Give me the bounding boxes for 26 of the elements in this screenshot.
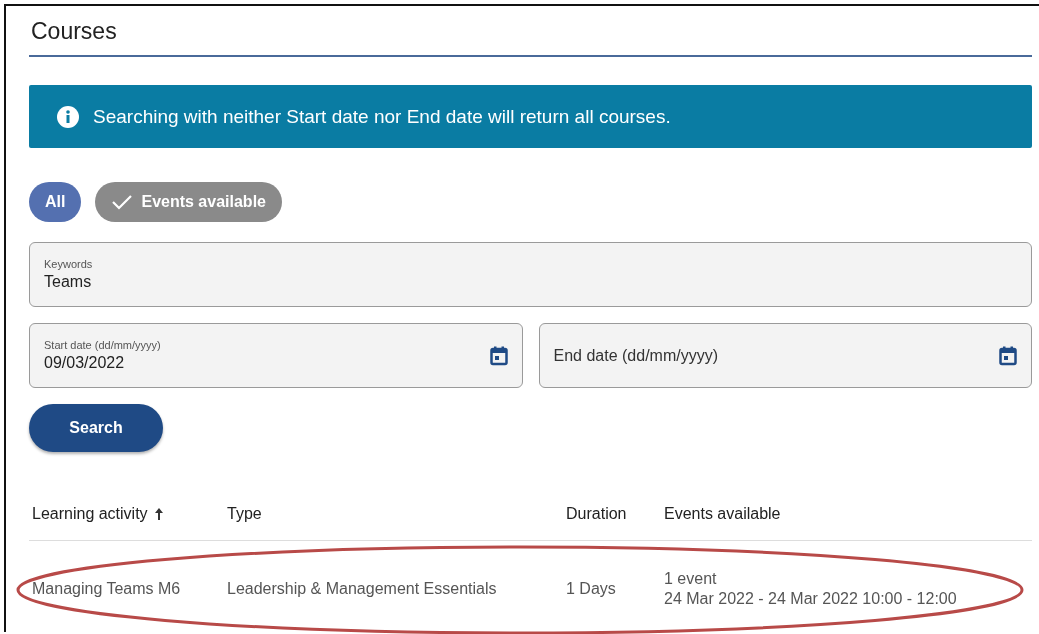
- info-text: Searching with neither Start date nor End date will return all courses.: [93, 105, 671, 128]
- end-date-field[interactable]: End date (dd/mm/yyyy): [538, 323, 1032, 388]
- sort-arrow-icon: [153, 507, 164, 521]
- column-header[interactable]: Duration: [566, 505, 664, 523]
- field-placeholder: End date (dd/mm/yyyy): [553, 346, 719, 365]
- keywords-field[interactable]: Keywords Teams: [29, 242, 1032, 307]
- field-value: 09/03/2022: [44, 354, 126, 372]
- calendar-icon[interactable]: [489, 345, 508, 366]
- filter-chip[interactable]: All: [29, 182, 82, 222]
- start-date-field[interactable]: Start date (dd/mm/yyyy) 09/03/2022: [29, 323, 523, 388]
- check-icon: [111, 194, 134, 210]
- field-label: Start date (dd/mm/yyyy): [44, 339, 162, 351]
- table-cell-text: 24 Mar 2022 - 24 Mar 2022 10:00 - 12:00: [664, 589, 958, 608]
- column-header[interactable]: Events available: [664, 505, 1032, 523]
- column-header[interactable]: Learning activity: [32, 505, 227, 523]
- calendar-icon[interactable]: [999, 345, 1017, 366]
- field-value: Teams: [44, 273, 93, 291]
- table-cell-text: 1 Days: [566, 579, 617, 598]
- table-cell-text: Leadership & Management Essentials: [227, 579, 498, 598]
- field-label: Keywords: [44, 258, 94, 270]
- table-cell-text: Managing Teams M6: [32, 579, 182, 598]
- info-icon: [57, 105, 79, 128]
- page-title: Courses: [29, 14, 1032, 57]
- search-button[interactable]: Search: [29, 404, 163, 452]
- column-header[interactable]: Type: [227, 505, 566, 523]
- table-cell-text: 1 event: [664, 569, 718, 588]
